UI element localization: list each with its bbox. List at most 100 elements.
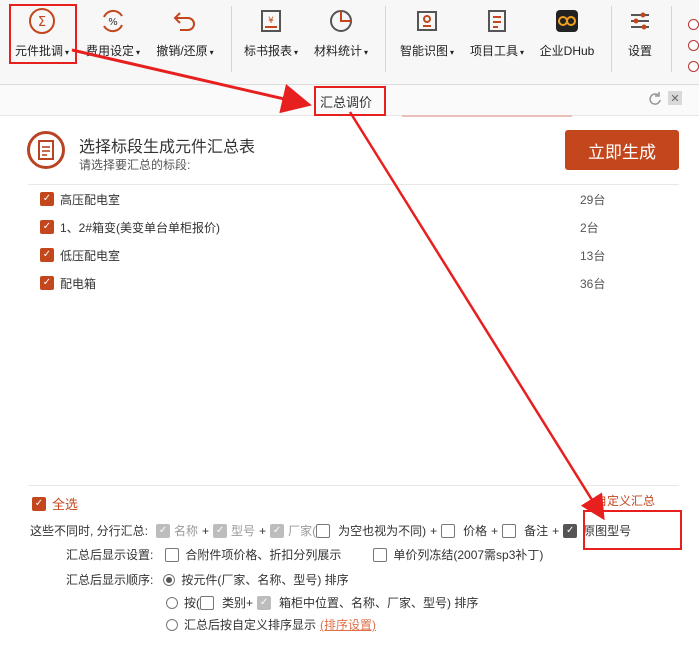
sigma-icon: Σ xyxy=(27,6,57,36)
sliders-icon xyxy=(625,6,655,36)
percent-cycle-icon: % xyxy=(98,6,128,36)
display-settings-row: 汇总后显示设置: 合附件项价格、折扣分列展示 单价列冻结(2007需sp3补丁) xyxy=(66,546,543,563)
sort-by-component-radio[interactable] xyxy=(163,573,176,586)
category-checkbox[interactable] xyxy=(200,595,214,610)
material-stats-label: 材料统计 xyxy=(313,44,362,58)
name-option: 名称 xyxy=(174,524,199,538)
undo-redo-button[interactable]: 撤销/还原 ▾ xyxy=(152,4,218,74)
bid-report-button[interactable]: ¥ 标书报表 ▾ xyxy=(240,4,302,74)
split-options-label: 这些不同时, 分行汇总: xyxy=(30,524,149,538)
section-name: 高压配电室 xyxy=(60,192,121,207)
settings-label: 设置 xyxy=(627,44,652,58)
original-model-checkbox[interactable]: ✓ xyxy=(563,523,578,538)
view-radio-3[interactable] xyxy=(688,61,699,72)
ribbon-separator xyxy=(671,6,672,72)
header-title: 选择标段生成元件汇总表 xyxy=(79,139,256,156)
sort-by-category-radio[interactable] xyxy=(166,596,178,609)
original-model-option: 原图型号 xyxy=(583,524,632,538)
material-stats-button[interactable]: 材料统计 ▾ xyxy=(310,4,372,74)
list-item[interactable]: ✓ 配电箱 36台 xyxy=(40,273,660,293)
dhub-logo-icon xyxy=(552,6,582,36)
smart-recognize-label: 智能识图 xyxy=(399,44,448,58)
list-item[interactable]: ✓ 1、2#箱变(美变单台单柜报价) 2台 xyxy=(40,217,660,237)
custom-summary-link[interactable]: 自定义汇总 xyxy=(595,492,655,509)
checkbox[interactable]: ✓ xyxy=(40,248,54,262)
bid-report-label: 标书报表 xyxy=(243,44,292,58)
chevron-down-icon: ▾ xyxy=(294,48,299,57)
checkbox[interactable]: ✓ xyxy=(40,220,54,234)
chevron-down-icon: ▾ xyxy=(209,48,214,57)
undo-icon xyxy=(170,6,200,36)
pie-chart-icon xyxy=(326,6,356,36)
divider xyxy=(28,485,679,486)
plus-sign: + xyxy=(202,523,210,538)
sort-order-row: 汇总后显示顺序: 按元件(厂家、名称、型号) 排序 xyxy=(66,571,349,588)
plus-sign: + xyxy=(552,523,560,538)
refresh-icon[interactable] xyxy=(648,91,662,105)
price-checkbox[interactable] xyxy=(441,523,456,538)
chevron-down-icon: ▾ xyxy=(65,48,70,57)
plus-sign: + xyxy=(259,523,267,538)
undo-redo-label: 撤销/还原 xyxy=(156,44,208,58)
enterprise-dhub-button[interactable]: 企业DHub xyxy=(536,4,598,74)
settings-button[interactable]: 设置 xyxy=(618,4,662,74)
ribbon-separator xyxy=(385,6,386,72)
plus-sign: + xyxy=(430,523,438,538)
generate-now-button[interactable]: 立即生成 xyxy=(565,130,679,170)
split-options-row: 这些不同时, 分行汇总: ✓ 名称 + ✓ 型号 + ✓ 厂家( 为空也视为不同… xyxy=(30,522,631,539)
list-item[interactable]: ✓ 高压配电室 29台 xyxy=(40,189,660,209)
category-option: 类别+ xyxy=(222,596,254,610)
split-price-checkbox[interactable] xyxy=(165,547,180,562)
ribbon-separator xyxy=(231,6,232,72)
freeze-price-option: 单价列冻结(2007需sp3补丁) xyxy=(393,548,544,562)
model-option: 型号 xyxy=(231,524,256,538)
chevron-down-icon: ▾ xyxy=(450,48,455,57)
svg-text:Σ: Σ xyxy=(38,15,46,30)
sort-order-label: 汇总后显示顺序: xyxy=(66,573,154,587)
checkbox[interactable]: ✓ xyxy=(40,192,54,206)
enterprise-dhub-label: 企业DHub xyxy=(539,44,595,58)
list-item[interactable]: ✓ 低压配电室 13台 xyxy=(40,245,660,265)
chevron-down-icon: ▾ xyxy=(364,48,369,57)
section-name: 低压配电室 xyxy=(60,248,121,263)
fee-setting-button[interactable]: % 费用设定 ▾ xyxy=(82,4,144,74)
sort-by-prefix: 按( xyxy=(184,596,200,610)
smart-recognize-button[interactable]: 智能识图 ▾ xyxy=(396,4,458,74)
section-qty: 2台 xyxy=(580,220,599,235)
select-all-checkbox[interactable]: ✓ 全选 xyxy=(32,494,78,513)
model-checkbox: ✓ xyxy=(213,523,228,538)
display-settings-label: 汇总后显示设置: xyxy=(66,548,154,562)
section-name: 配电箱 xyxy=(60,276,97,291)
close-icon[interactable]: ✕ xyxy=(668,91,682,105)
cabinet-position-checkbox: ✓ xyxy=(257,595,272,610)
sort-by-component-option: 按元件(厂家、名称、型号) 排序 xyxy=(181,573,349,587)
price-option: 价格 xyxy=(463,524,488,538)
project-tools-label: 项目工具 xyxy=(469,44,518,58)
report-yen-icon: ¥ xyxy=(256,6,286,36)
maker-checkbox: ✓ xyxy=(270,523,285,538)
split-price-option: 合附件项价格、折扣分列展示 xyxy=(185,548,342,562)
freeze-price-checkbox[interactable] xyxy=(373,547,388,562)
panel-title: 汇总调价 xyxy=(320,95,373,110)
sort-custom-radio[interactable] xyxy=(166,618,178,631)
project-tools-button[interactable]: 项目工具 ▾ xyxy=(466,4,528,74)
checkbox[interactable]: ✓ xyxy=(32,496,46,511)
empty-diff-checkbox[interactable] xyxy=(316,523,331,538)
remark-option: 备注 xyxy=(524,524,549,538)
plus-sign: + xyxy=(491,523,499,538)
view-radio-1[interactable] xyxy=(688,19,699,30)
remark-checkbox[interactable] xyxy=(502,523,517,538)
checkbox[interactable]: ✓ xyxy=(40,276,54,290)
empty-diff-option: 为空也视为不同) xyxy=(338,524,427,538)
svg-text:¥: ¥ xyxy=(268,16,274,26)
panel-tools: ✕ xyxy=(648,91,682,105)
component-batch-button[interactable]: Σ 元件批调 ▾ xyxy=(12,4,72,74)
view-radio-2[interactable] xyxy=(688,40,699,51)
sort-settings-link[interactable]: (排序设置) xyxy=(320,616,376,633)
section-qty: 13台 xyxy=(580,248,606,263)
fee-setting-label: 费用设定 xyxy=(85,44,134,58)
sort-by-category-row: 按( 类别+ ✓ 箱柜中位置、名称、厂家、型号) 排序 xyxy=(166,594,478,611)
name-checkbox: ✓ xyxy=(156,523,171,538)
arrow-to-option xyxy=(348,111,605,521)
select-all-label: 全选 xyxy=(52,497,79,512)
